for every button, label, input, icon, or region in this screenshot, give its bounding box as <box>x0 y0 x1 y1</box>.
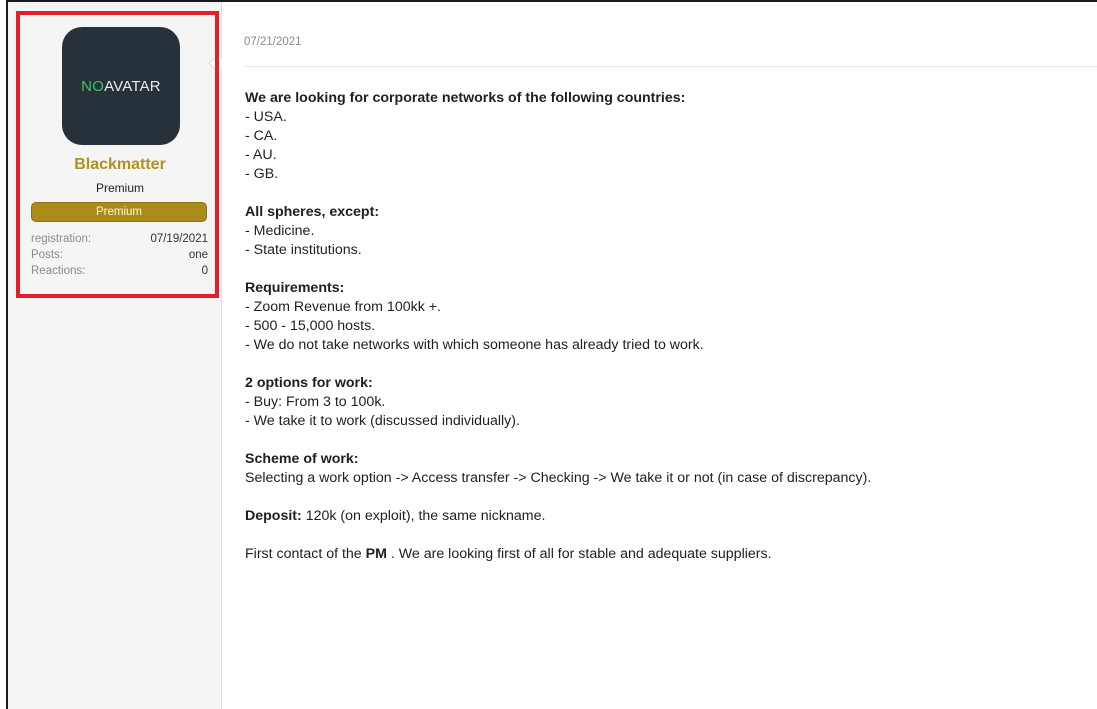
list-item: - Zoom Revenue from 100kk +. <box>245 299 441 315</box>
scheme-text: Selecting a work option -> Access transf… <box>245 470 872 486</box>
countries-heading: We are looking for corporate networks of… <box>245 90 686 106</box>
contact-pm: PM <box>365 546 387 562</box>
list-item: - We take it to work (discussed individu… <box>245 413 520 429</box>
contact-text-after: . We are looking first of all for stable… <box>386 546 772 562</box>
countries-block: We are looking for corporate networks of… <box>245 89 1095 184</box>
list-item: - GB. <box>245 166 279 182</box>
list-item: - State institutions. <box>245 242 362 258</box>
list-item: - We do not take networks with which som… <box>245 337 704 353</box>
deposit-block: Deposit: 120k (on exploit), the same nic… <box>245 507 1095 526</box>
post-date[interactable]: 07/21/2021 <box>244 36 302 48</box>
scheme-heading: Scheme of work: <box>245 451 359 467</box>
spheres-block: All spheres, except: - Medicine. - State… <box>245 203 1095 260</box>
list-item: - CA. <box>245 128 278 144</box>
list-item: - 500 - 15,000 hosts. <box>245 318 376 334</box>
requirements-block: Requirements: - Zoom Revenue from 100kk … <box>245 279 1095 355</box>
spheres-heading: All spheres, except: <box>245 204 380 220</box>
deposit-text: 120k (on exploit), the same nickname. <box>301 508 546 524</box>
contact-text-before: First contact of the <box>245 546 366 562</box>
post-body: We are looking for corporate networks of… <box>245 89 1095 583</box>
contact-block: First contact of the PM . We are looking… <box>245 545 1095 564</box>
requirements-heading: Requirements: <box>245 280 345 296</box>
scheme-block: Scheme of work: Selecting a work option … <box>245 450 1095 488</box>
list-item: - USA. <box>245 109 287 125</box>
list-item: - Buy: From 3 to 100k. <box>245 394 386 410</box>
list-item: - Medicine. <box>245 223 315 239</box>
options-heading: 2 options for work: <box>245 375 373 391</box>
header-divider <box>244 66 1097 67</box>
deposit-label: Deposit: <box>245 508 302 524</box>
highlight-box <box>16 11 219 298</box>
list-item: - AU. <box>245 147 277 163</box>
post-main: 07/21/2021 We are looking for corporate … <box>222 2 1097 709</box>
options-block: 2 options for work: - Buy: From 3 to 100… <box>245 374 1095 431</box>
